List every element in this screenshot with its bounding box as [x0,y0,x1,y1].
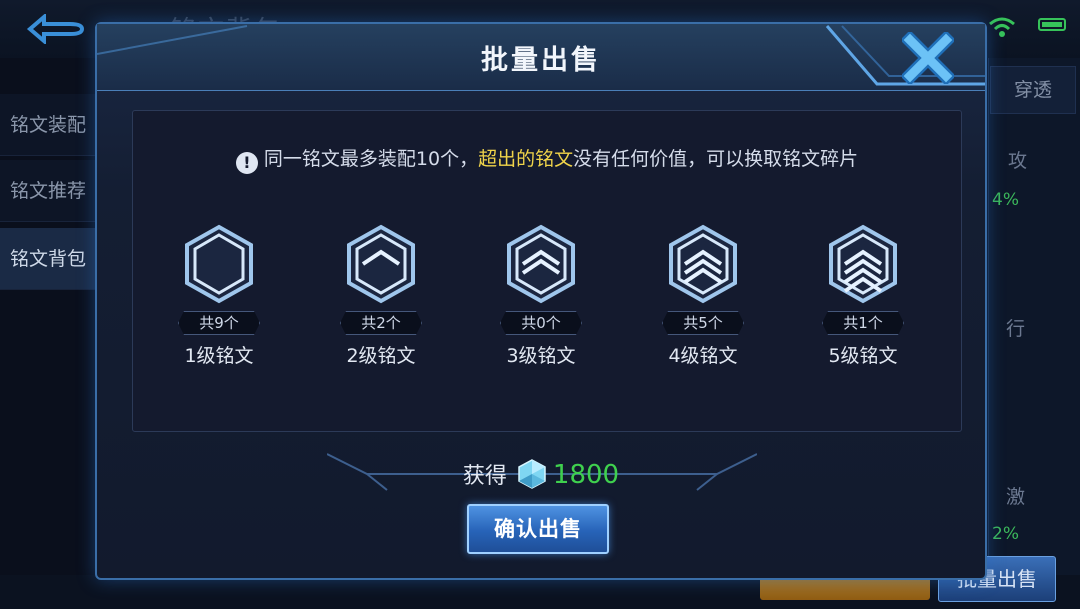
rune-count-badge: 共9个 [178,311,260,335]
rune-level-icon [185,224,253,304]
rune-item[interactable]: 共5个 4级铭文 [643,223,763,368]
rune-level-icon [347,224,415,304]
rune-item[interactable]: 共0个 3级铭文 [481,223,601,368]
wifi-icon [988,16,1016,38]
rune-level-label: 4级铭文 [668,345,738,367]
rune-count-badge: 共5个 [662,311,744,335]
warning-icon: ! [235,152,258,174]
left-menu-item-2[interactable]: 铭文推荐 [0,160,100,222]
rune-item[interactable]: 共9个 1级铭文 [159,223,279,368]
rune-level-label: 3级铭文 [506,345,576,367]
rune-count-badge: 共0个 [500,311,582,335]
rune-count-badge: 共2个 [340,311,422,335]
left-menu-item-3[interactable]: 铭文背包 [0,228,100,290]
gain-amount: 1800 [552,460,620,490]
rune-level-label: 5级铭文 [828,345,898,367]
crystal-icon [518,459,546,489]
right-fragment-2: 4% [992,190,1019,210]
confirm-sell-button[interactable]: 确认出售 [467,504,609,554]
rune-level-label: 1级铭文 [184,345,254,367]
back-arrow-icon[interactable] [26,14,88,44]
right-fragment-1: 攻 [1008,150,1028,172]
bulk-sell-modal: 批量出售 ! 同一铭文最多装配10个，超出的铭文没有任何价值，可以换取铭文碎片 共… [95,22,987,580]
battery-icon [1038,18,1066,31]
close-icon[interactable] [902,32,954,84]
gain-row: 获得 1800 [97,458,985,490]
notice-text: ! 同一铭文最多装配10个，超出的铭文没有任何价值，可以换取铭文碎片 [133,144,961,174]
left-menu-item-1[interactable]: 铭文装配 [0,94,100,156]
content-box: ! 同一铭文最多装配10个，超出的铭文没有任何价值，可以换取铭文碎片 共9个 1级铭… [132,110,962,432]
rune-item[interactable]: 共1个 5级铭文 [803,223,923,368]
right-fragment-3: 行 [1006,318,1026,340]
right-fragment-5: 2% [992,524,1019,544]
gain-label: 获得 [462,464,507,489]
rune-level-icon [507,224,575,304]
rune-level-icon [829,224,897,304]
modal-title: 批量出售 [481,45,601,76]
rune-item[interactable]: 共2个 2级铭文 [321,223,441,368]
rune-level-icon [669,224,737,304]
right-fragment-4: 激 [1006,486,1026,508]
right-tab[interactable]: 穿透 [990,66,1076,114]
rune-count-badge: 共1个 [822,311,904,335]
rune-level-label: 2级铭文 [346,345,416,367]
